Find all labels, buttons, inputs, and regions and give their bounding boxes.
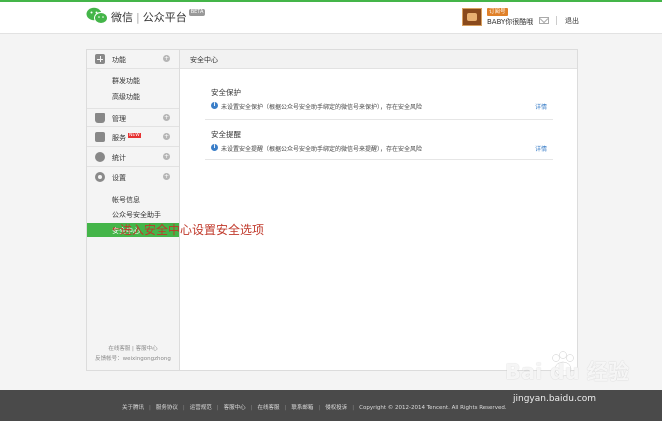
sidebar-section-settings[interactable]: 设置 + — [87, 168, 179, 187]
account-name[interactable]: BABY你很酷哦 — [487, 17, 533, 27]
section-row-protection: i 未设置安全保护（根据公众号安全助手绑定的微信号来保护），存在安全风险 详情 — [211, 101, 553, 111]
footer-links: 关于腾讯 | 服务协议 | 运营规范 | 客服中心 | 在线客服 | 联系邮箱 | 侵权投诉 | Copyr… — [122, 405, 507, 411]
top-bar: 微信 | 公众平台 BETA 订阅号 BABY你很酷哦 退出 — [0, 0, 662, 34]
footer-copyright: Copyright © 2012-2014 Tencent. All Right… — [359, 405, 507, 411]
section-title-protection: 安全保护 — [211, 88, 241, 97]
sidebar-item-label: 高级功能 — [112, 93, 140, 101]
info-icon: i — [211, 102, 218, 109]
section-divider — [205, 119, 553, 120]
plus-icon[interactable]: + — [163, 153, 170, 160]
footer-link-infringement[interactable]: 侵权投诉 — [325, 405, 347, 411]
footer-link-terms[interactable]: 服务协议 — [156, 405, 178, 411]
sidebar-item-label: 帐号信息 — [112, 196, 140, 204]
gear-icon — [95, 172, 105, 182]
section-text: 未设置安全保护（根据公众号安全助手绑定的微信号来保护），存在安全风险 — [221, 104, 423, 111]
sidebar-section-service[interactable]: 服务 NEW + — [87, 128, 179, 147]
sidebar-section-label: 功能 — [112, 56, 126, 64]
main-container: 功能 + 群发功能 高级功能 管理 + 服务 NEW + 统计 + 设置 + 帐号 — [86, 49, 578, 371]
new-badge: NEW — [128, 133, 141, 138]
footer-link-rules[interactable]: 运营规范 — [190, 405, 212, 411]
sidebar-item-label: 公众号安全助手 — [112, 211, 161, 219]
brand-sub: 公众平台 — [142, 11, 187, 24]
panel-title: 安全中心 — [190, 56, 218, 64]
account-type-badge: 订阅号 — [487, 8, 508, 16]
footer-link-about[interactable]: 关于腾讯 — [122, 405, 144, 411]
brand-separator: | — [136, 11, 140, 24]
sidebar-section-features[interactable]: 功能 + — [87, 50, 179, 69]
info-icon: i — [211, 144, 218, 151]
beta-badge: BETA — [188, 9, 206, 16]
section-title-reminder: 安全提醒 — [211, 130, 241, 139]
footer-link-online-support[interactable]: 在线客服 — [258, 405, 280, 411]
top-separator — [556, 16, 557, 25]
pie-chart-icon — [95, 152, 105, 162]
box-icon — [95, 132, 105, 142]
sidebar-item-security-assistant[interactable]: 公众号安全助手 — [87, 207, 179, 221]
details-link-reminder[interactable]: 详情 — [535, 144, 547, 153]
sidebar-section-label: 设置 — [112, 174, 126, 182]
footer-link-contact-email[interactable]: 联系邮箱 — [291, 405, 313, 411]
panel-header: 安全中心 — [180, 50, 577, 69]
brand-title[interactable]: 微信 | 公众平台 BETA — [111, 9, 206, 25]
sidebar-section-label: 统计 — [112, 154, 126, 162]
plus-icon[interactable]: + — [163, 173, 170, 180]
plus-icon[interactable]: + — [163, 55, 170, 62]
sidebar-item-account-info[interactable]: 帐号信息 — [87, 192, 179, 206]
footer-link-help-center[interactable]: 客服中心 — [224, 405, 246, 411]
wechat-logo-icon — [86, 7, 108, 24]
section-row-reminder: i 未设置安全提醒（根据公众号安全助手绑定的微信号来提醒），存在安全风险 详情 — [211, 143, 553, 153]
annotation-text: 进入安全中心设置安全选项 — [120, 223, 265, 237]
watermark-url: jingyan.baidu.com — [513, 394, 597, 404]
sidebar: 功能 + 群发功能 高级功能 管理 + 服务 NEW + 统计 + 设置 + 帐号 — [87, 50, 180, 370]
brand-main: 微信 — [111, 11, 133, 24]
sidebar-feedback-account: 反馈帐号：weixingongzhong — [95, 356, 171, 362]
watermark-text: Bai du 经验 — [505, 360, 629, 384]
sidebar-section-label: 服务 NEW — [112, 133, 141, 142]
sidebar-support-links[interactable]: 在线客服 | 客服中心 — [87, 344, 179, 352]
section-text: 未设置安全提醒（根据公众号安全助手绑定的微信号来提醒），存在安全风险 — [221, 146, 423, 153]
plus-icon[interactable]: + — [163, 114, 170, 121]
logout-link[interactable]: 退出 — [565, 16, 579, 26]
section-divider — [205, 159, 553, 160]
sidebar-section-label: 管理 — [112, 115, 126, 123]
plus-icon[interactable]: + — [163, 133, 170, 140]
main-panel: 安全中心 安全保护 i 未设置安全保护（根据公众号安全助手绑定的微信号来保护），… — [180, 50, 577, 370]
sidebar-section-manage[interactable]: 管理 + — [87, 108, 179, 127]
sidebar-item-mass-send[interactable]: 群发功能 — [87, 73, 179, 87]
top-accent-line — [0, 0, 662, 2]
grid-icon — [95, 54, 105, 64]
account-avatar[interactable] — [462, 8, 482, 26]
details-link-protection[interactable]: 详情 — [535, 102, 547, 111]
inbox-icon — [95, 113, 105, 123]
sidebar-item-label: 群发功能 — [112, 77, 140, 85]
sidebar-section-stats[interactable]: 统计 + — [87, 148, 179, 167]
sidebar-item-advanced[interactable]: 高级功能 — [87, 89, 179, 103]
mail-icon[interactable] — [539, 17, 549, 24]
